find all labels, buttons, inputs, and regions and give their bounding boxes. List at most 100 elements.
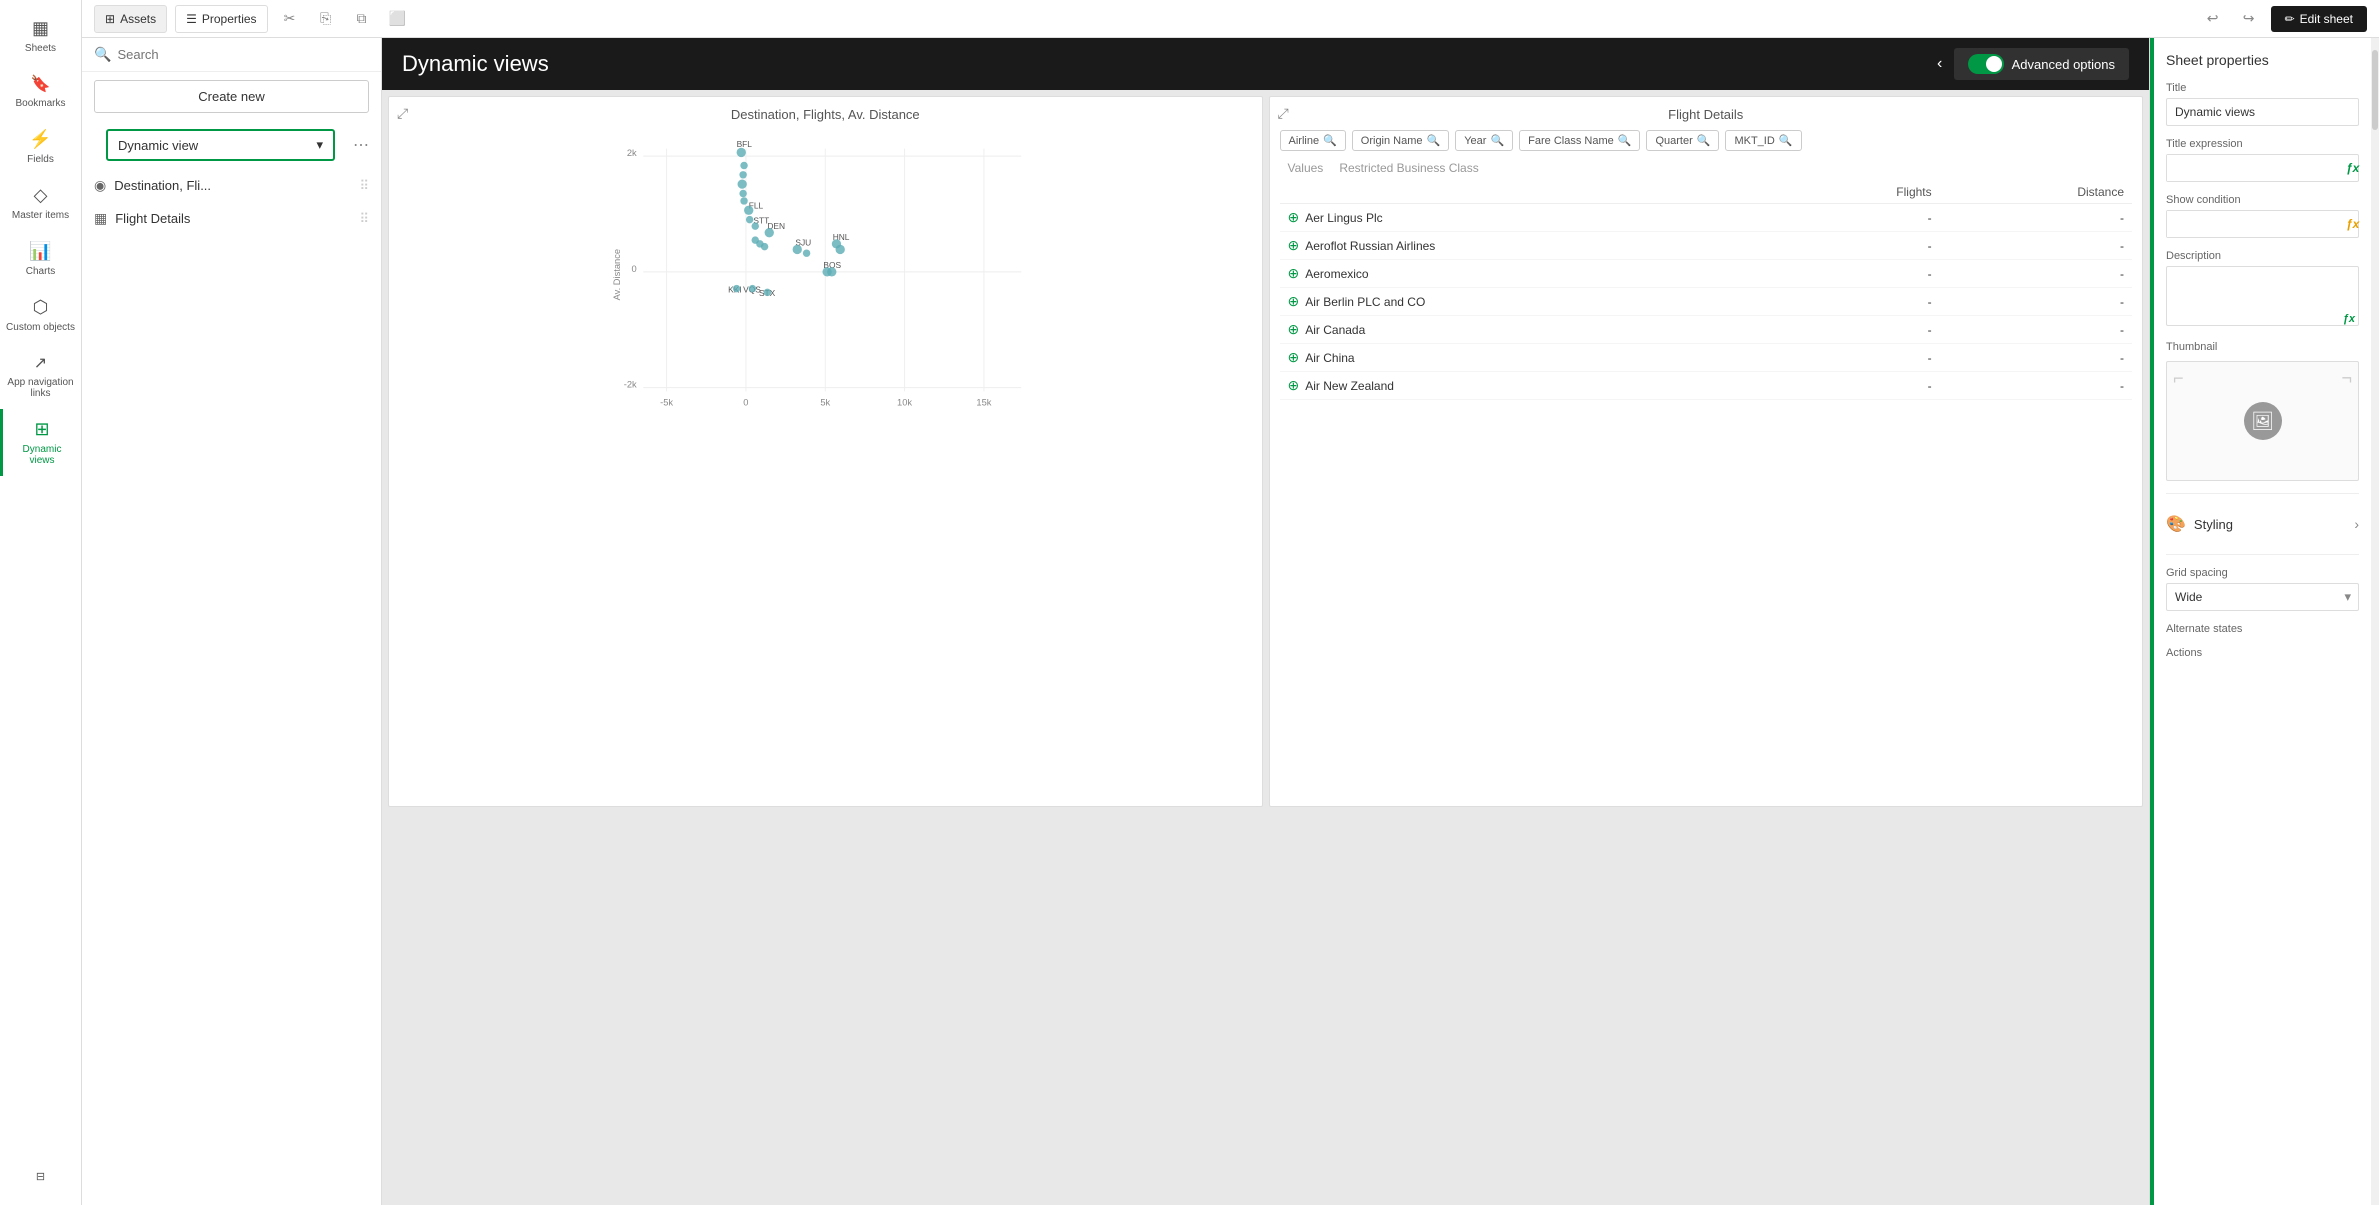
edit-icon: ✏ xyxy=(2285,12,2295,26)
mkt-search-icon: 🔍 xyxy=(1779,134,1793,147)
distance-col-header: Distance xyxy=(1940,181,2132,204)
filter-airline[interactable]: Airline 🔍 xyxy=(1280,130,1346,151)
svg-text:-5k: -5k xyxy=(660,397,673,407)
sidebar-item-app-nav[interactable]: ↗ App navigation links xyxy=(0,343,81,409)
redo-button[interactable]: ↪ xyxy=(2235,5,2263,33)
filter-mkt-id[interactable]: MKT_ID 🔍 xyxy=(1725,130,1801,151)
sidebar-item-charts[interactable]: 📊 Charts xyxy=(0,231,81,287)
styling-label: Styling xyxy=(2194,517,2233,532)
description-fx-button[interactable]: ƒx xyxy=(2343,313,2355,325)
dropdown-label: Dynamic view xyxy=(118,138,198,153)
table-row: ⊕ Air New Zealand - - xyxy=(1280,372,2133,400)
sidebar-item-dynamic-views[interactable]: ⊞ Dynamic views xyxy=(0,409,81,476)
grid-spacing-select[interactable]: Wide Medium Narrow xyxy=(2166,583,2359,611)
title-input[interactable] xyxy=(2166,98,2359,126)
sidebar-item-fields[interactable]: ⚡ Fields xyxy=(0,119,81,175)
svg-text:0: 0 xyxy=(743,397,748,407)
app-nav-icon: ↗ xyxy=(34,353,47,373)
distance-cell: - xyxy=(1940,204,2132,232)
copy-button[interactable]: ⎘ xyxy=(312,5,340,33)
grid-spacing-select-wrapper: Wide Medium Narrow ▾ xyxy=(2166,583,2359,611)
expand-flight-icon[interactable]: ⤢ xyxy=(1278,105,1289,122)
airline-text: Air New Zealand xyxy=(1305,379,1394,393)
show-condition-fx-button[interactable]: ƒx xyxy=(2338,213,2367,235)
divider-2 xyxy=(2166,554,2359,555)
sidebar-item-bookmarks[interactable]: 🔖 Bookmarks xyxy=(0,64,81,119)
thumbnail-upload-icon[interactable]: 🖼 xyxy=(2244,402,2282,440)
properties-panel: Sheet properties Title Title expression … xyxy=(2149,38,2379,1205)
list-item[interactable]: ▦ Flight Details ⠿ xyxy=(82,202,381,235)
filter-origin[interactable]: Origin Name 🔍 xyxy=(1352,130,1449,151)
plus-icon[interactable]: ⊕ xyxy=(1288,237,1300,254)
filter-fare-class[interactable]: Fare Class Name 🔍 xyxy=(1519,130,1640,151)
charts-grid: ⤢ Destination, Flights, Av. Distance 2k … xyxy=(382,90,2149,1205)
bookmarks-icon: 🔖 xyxy=(31,74,51,94)
description-input[interactable] xyxy=(2166,266,2359,326)
svg-text:5k: 5k xyxy=(820,397,830,407)
plus-icon[interactable]: ⊕ xyxy=(1288,377,1300,394)
description-area: ƒx xyxy=(2166,266,2359,329)
quarter-label: Quarter xyxy=(1655,135,1692,147)
plus-icon[interactable]: ⊕ xyxy=(1288,293,1300,310)
expand-chart-icon[interactable]: ⤢ xyxy=(397,105,408,122)
list-item[interactable]: ◉ Destination, Fli... ⠿ xyxy=(82,169,381,202)
plus-icon[interactable]: ⊕ xyxy=(1288,321,1300,338)
back-button[interactable]: ‹ xyxy=(1926,50,1954,78)
table-row: ⊕ Air Canada - - xyxy=(1280,316,2133,344)
advanced-options-toggle[interactable]: Advanced options xyxy=(1954,48,2129,80)
title-expression-label: Title expression xyxy=(2166,138,2359,150)
origin-search-icon: 🔍 xyxy=(1427,134,1441,147)
scatter-svg: 2k 0 -2k Av. Distance -5k 0 5k 10k 15k xyxy=(399,130,1252,410)
drag-handle-icon: ⠿ xyxy=(359,178,369,194)
create-new-button[interactable]: Create new xyxy=(94,80,369,113)
plus-icon[interactable]: ⊕ xyxy=(1288,349,1300,366)
flight-table: Flights Distance ⊕ Aer Lingus Plc - - xyxy=(1280,181,2133,400)
sidebar-item-custom-objects[interactable]: ⬡ Custom objects xyxy=(0,287,81,343)
values-row: Values Restricted Business Class xyxy=(1280,159,2133,177)
airline-text: Aeroflot Russian Airlines xyxy=(1305,239,1435,253)
thumbnail-area[interactable]: ⌐ ¬ 🖼 xyxy=(2166,361,2359,481)
toggle-switch[interactable] xyxy=(1968,54,2004,74)
sidebar-item-label: Charts xyxy=(26,266,55,277)
undo-button[interactable]: ↩ xyxy=(2199,5,2227,33)
sidebar-item-sheets[interactable]: ▦ Sheets xyxy=(0,8,81,64)
svg-text:0: 0 xyxy=(632,264,637,274)
scroll-thumb[interactable] xyxy=(2372,50,2378,130)
svg-text:2k: 2k xyxy=(627,148,637,158)
flights-cell: - xyxy=(1782,344,1940,372)
assets-tab[interactable]: ⊞ Assets xyxy=(94,5,167,33)
assets-panel: 🔍 Create new Dynamic view ▾ ⋯ ◉ Destinat… xyxy=(82,38,382,1205)
flights-cell: - xyxy=(1782,372,1940,400)
flight-details-title: Flight Details xyxy=(1280,107,2133,122)
plus-icon[interactable]: ⊕ xyxy=(1288,265,1300,282)
cut-button[interactable]: ✂ xyxy=(276,5,304,33)
airline-name-cell: ⊕ Air China xyxy=(1280,344,1783,372)
search-input[interactable] xyxy=(117,47,369,62)
edit-sheet-button[interactable]: ✏ Edit sheet xyxy=(2271,6,2367,32)
paste-button[interactable]: ⧉ xyxy=(348,5,376,33)
title-expression-input[interactable] xyxy=(2167,155,2338,181)
origin-label: Origin Name xyxy=(1361,135,1423,147)
filter-quarter[interactable]: Quarter 🔍 xyxy=(1646,130,1719,151)
filter-year[interactable]: Year 🔍 xyxy=(1455,130,1513,151)
title-expression-fx-button[interactable]: ƒx xyxy=(2338,157,2367,179)
more-options-button[interactable]: ⋯ xyxy=(353,135,369,155)
sidebar-item-bottom[interactable]: ⊟ xyxy=(30,1160,51,1193)
properties-tab[interactable]: ☰ Properties xyxy=(175,5,267,33)
scroll-track xyxy=(2371,38,2379,1205)
flights-cell: - xyxy=(1782,204,1940,232)
show-condition-field: ƒx xyxy=(2166,210,2359,238)
toggle-knob xyxy=(1986,56,2002,72)
properties-label: Properties xyxy=(202,12,257,26)
topbar: ⊞ Assets ☰ Properties ✂ ⎘ ⧉ ⬜ ↩ ↪ ✏ Edit… xyxy=(82,0,2379,38)
dynamic-view-dropdown[interactable]: Dynamic view ▾ xyxy=(106,129,335,161)
year-label: Year xyxy=(1464,135,1486,147)
advanced-options-label: Advanced options xyxy=(2012,57,2115,72)
sidebar-item-master-items[interactable]: ◇ Master items xyxy=(0,175,81,231)
show-condition-input[interactable] xyxy=(2167,211,2338,237)
plus-icon[interactable]: ⊕ xyxy=(1288,209,1300,226)
title-expression-field: ƒx xyxy=(2166,154,2359,182)
delete-button[interactable]: ⬜ xyxy=(384,5,412,33)
styling-row[interactable]: 🎨 Styling › xyxy=(2166,506,2359,542)
scatter-area: 2k 0 -2k Av. Distance -5k 0 5k 10k 15k xyxy=(399,130,1252,410)
